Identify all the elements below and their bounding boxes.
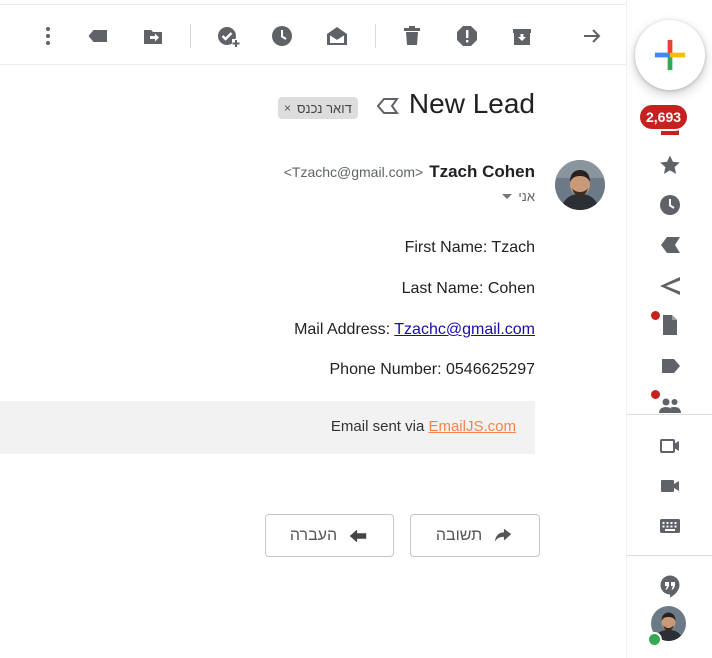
- sender-name[interactable]: Tzach Cohen: [429, 162, 535, 182]
- compose-button[interactable]: [635, 20, 705, 90]
- hangouts-icon[interactable]: [658, 574, 682, 598]
- body-mail-address: Mail Address: Tzachc@gmail.com: [294, 321, 535, 339]
- delete-icon[interactable]: [400, 24, 424, 48]
- sender-email: <Tzachc@gmail.com>: [283, 164, 424, 180]
- message-toolbar: [0, 10, 626, 64]
- emailjs-link[interactable]: EmailJS.com: [428, 418, 516, 435]
- emailjs-footer-text: Email sent via EmailJS.com: [331, 418, 516, 435]
- unread-count-badge: 2,693: [640, 105, 688, 129]
- toolbar-separator: [190, 24, 191, 48]
- label-text: דואר נכנס: [297, 100, 352, 116]
- reply-arrow-icon: [494, 528, 512, 541]
- forward-arrow-icon: [349, 529, 367, 542]
- importance-marker-icon[interactable]: [376, 96, 400, 116]
- sender-avatar[interactable]: [555, 160, 605, 210]
- forward-button[interactable]: העברה: [265, 514, 394, 557]
- archive-icon[interactable]: [510, 24, 534, 48]
- more-vert-icon[interactable]: [36, 24, 60, 48]
- chevron-down-icon[interactable]: [502, 194, 513, 199]
- mail-address-link[interactable]: Tzachc@gmail.com: [394, 321, 535, 338]
- sender-info: <Tzachc@gmail.com> Tzach Cohen: [284, 162, 535, 182]
- mail-address-label: Mail Address:: [294, 321, 395, 338]
- footer-prefix: Email sent via: [330, 418, 429, 435]
- join-meeting-icon[interactable]: [658, 474, 682, 498]
- important-icon[interactable]: [658, 233, 682, 257]
- toolbar-divider: [0, 64, 626, 65]
- arrow-forward-icon[interactable]: [580, 24, 604, 48]
- recipient-line[interactable]: אני: [502, 189, 535, 204]
- remove-label-icon[interactable]: ×: [284, 101, 291, 115]
- body-phone-number: Phone Number: 0546625297: [329, 361, 536, 378]
- reply-label: תשובה: [435, 526, 483, 544]
- keyboard-icon[interactable]: [658, 514, 682, 538]
- sent-icon[interactable]: [658, 274, 682, 298]
- recipient-label: אני: [518, 189, 535, 204]
- email-subject: New Lead: [408, 88, 535, 119]
- drafts-notification-dot: [651, 311, 660, 320]
- sidebar-divider: [626, 0, 627, 658]
- compose-plus-icon: [654, 39, 686, 71]
- new-meeting-icon[interactable]: [658, 434, 682, 458]
- contacts-notification-dot: [651, 390, 660, 399]
- top-divider: [0, 4, 626, 5]
- body-first-name: First Name: Tzach: [404, 239, 535, 256]
- label-icon[interactable]: [86, 24, 110, 48]
- mark-unread-icon[interactable]: [325, 24, 349, 48]
- reply-button[interactable]: תשובה: [410, 514, 540, 557]
- move-to-icon[interactable]: [141, 24, 165, 48]
- online-status-dot: [647, 632, 662, 647]
- toolbar-separator: [375, 24, 376, 48]
- snooze-icon[interactable]: [270, 24, 294, 48]
- report-spam-icon[interactable]: [455, 24, 479, 48]
- add-to-tasks-icon[interactable]: [216, 24, 240, 48]
- sidebar-separator: [626, 414, 712, 415]
- inbox-label-chip[interactable]: דואר נכנס ×: [278, 97, 358, 119]
- starred-icon[interactable]: [658, 153, 682, 177]
- drafts-icon[interactable]: [658, 313, 682, 337]
- snoozed-icon[interactable]: [658, 193, 682, 217]
- labels-icon[interactable]: [658, 354, 682, 378]
- body-last-name: Last Name: Cohen: [401, 280, 535, 297]
- sidebar-separator: [626, 555, 712, 556]
- forward-label: העברה: [289, 526, 338, 544]
